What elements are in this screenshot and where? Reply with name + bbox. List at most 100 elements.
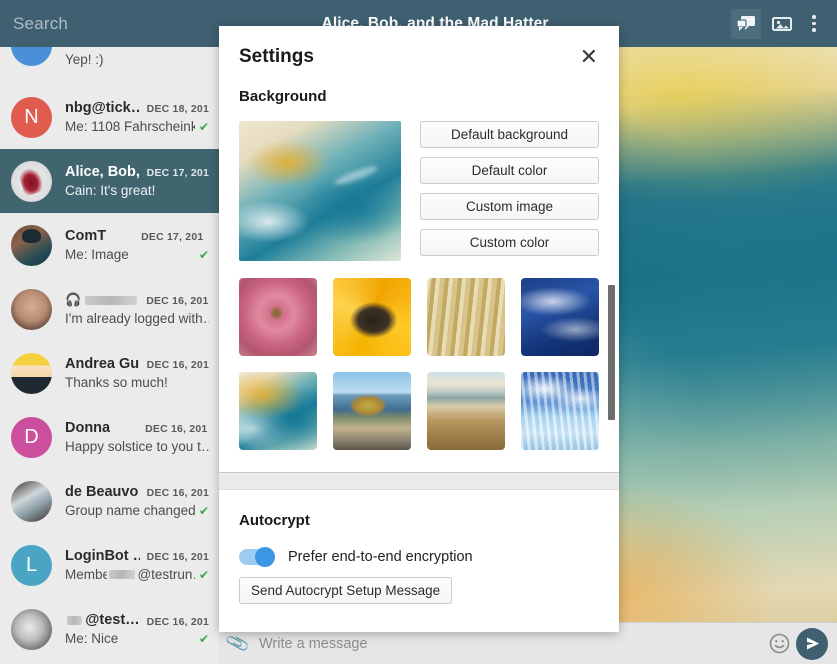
delivery-status-icon: ✔ <box>195 504 209 518</box>
dialog-header: Settings ✕ <box>219 26 619 88</box>
background-row: Default background Default color Custom … <box>219 121 619 261</box>
chat-meta: Donna DEC 16, 201 Happy solstice to you … <box>52 420 209 454</box>
chat-meta: ComT DEC 17, 201 Me: Image ✔ <box>52 228 209 262</box>
prefer-e2e-label: Prefer end-to-end encryption <box>288 549 473 565</box>
chat-name: de Beauvo… <box>65 484 140 500</box>
chat-meta: Andrea Gu… DEC 16, 201 Thanks so much! <box>52 356 209 390</box>
chat-name: nbg@tick… <box>65 100 140 116</box>
chat-meta: @test… DEC 16, 201 Me: Nice ✔ <box>52 612 209 646</box>
list-item[interactable]: N nbg@tick… DEC 18, 201 Me: 1108 Fahrsch… <box>0 85 219 149</box>
chat-preview: Me: Image <box>65 247 129 262</box>
chat-preview: Member <box>65 567 107 582</box>
chat-meta: Yep! :) <box>52 47 209 67</box>
avatar <box>11 47 52 66</box>
avatar <box>11 609 52 650</box>
avatar <box>11 353 52 394</box>
chat-name: Andrea Gu… <box>65 356 140 372</box>
chat-date: DEC 16, 201 <box>147 359 209 371</box>
smiley-icon[interactable] <box>762 633 796 654</box>
image-icon[interactable] <box>767 9 797 39</box>
toggle-knob <box>255 547 275 567</box>
prefer-e2e-toggle[interactable] <box>239 549 275 565</box>
chat-bubbles-icon[interactable] <box>731 9 761 39</box>
chat-preview: Group name changed … <box>65 503 195 518</box>
kebab-menu-icon[interactable] <box>803 9 825 39</box>
avatar <box>11 481 52 522</box>
chat-preview: Yep! :) <box>65 52 104 67</box>
chat-name: ComT <box>65 228 106 244</box>
background-section-title: Background <box>219 88 619 105</box>
prefer-e2e-row: Prefer end-to-end encryption <box>239 549 599 565</box>
background-thumbnail-watercolor-teal[interactable] <box>239 372 317 450</box>
background-thumbnail-wheat-field[interactable] <box>427 278 505 356</box>
delivery-status-icon: ✔ <box>195 632 209 646</box>
dialog-scrollbar[interactable] <box>608 88 615 632</box>
list-item[interactable]: Andrea Gu… DEC 16, 201 Thanks so much! <box>0 341 219 405</box>
avatar <box>11 225 52 266</box>
list-item[interactable]: de Beauvo… DEC 16, 201 Group name change… <box>0 469 219 533</box>
list-item[interactable]: D Donna DEC 16, 201 Happy solstice to yo… <box>0 405 219 469</box>
default-background-button[interactable]: Default background <box>420 121 599 148</box>
custom-image-button[interactable]: Custom image <box>420 193 599 220</box>
dialog-scroll-area: Background Default background Default co… <box>219 88 619 632</box>
list-item[interactable]: L LoginBot … DEC 16, 201 Member @testrun… <box>0 533 219 597</box>
chat-name: Donna <box>65 420 110 436</box>
background-thumbnail-lake-with-tree[interactable] <box>333 372 411 450</box>
list-item[interactable]: Yep! :) <box>0 47 219 85</box>
chat-preview: Cain: It's great! <box>65 183 155 198</box>
chat-name-text: @test… <box>85 612 139 628</box>
send-button[interactable] <box>796 628 828 660</box>
chat-date: DEC 16, 201 <box>145 423 207 435</box>
list-item[interactable]: ComT DEC 17, 201 Me: Image ✔ <box>0 213 219 277</box>
chat-meta: Alice, Bob,… DEC 17, 201 Cain: It's grea… <box>52 164 209 198</box>
list-item[interactable]: 🎧 DEC 16, 201 I'm already logged with… <box>0 277 219 341</box>
chat-list-sidebar[interactable]: Yep! :) N nbg@tick… DEC 18, 201 Me: 1108… <box>0 47 219 664</box>
avatar <box>11 161 52 202</box>
delivery-status-icon: ✔ <box>195 120 209 134</box>
close-icon[interactable]: ✕ <box>576 44 602 70</box>
redacted-name <box>67 616 82 625</box>
chat-meta: 🎧 DEC 16, 201 I'm already logged with… <box>52 292 209 326</box>
dialog-scrollbar-thumb[interactable] <box>608 285 615 420</box>
chat-date: DEC 17, 201 <box>147 167 209 179</box>
avatar: L <box>11 545 52 586</box>
search-input[interactable]: Search <box>0 0 219 47</box>
chat-meta: nbg@tick… DEC 18, 201 Me: 1108 Fahrschei… <box>52 100 209 134</box>
chat-name: Alice, Bob,… <box>65 164 140 180</box>
background-thumbnail-blue-glacier[interactable] <box>521 372 599 450</box>
chat-date: DEC 16, 201 <box>147 551 209 563</box>
chat-date: DEC 18, 201 <box>147 103 209 115</box>
background-thumbnail-dark-blue-sky[interactable] <box>521 278 599 356</box>
chat-date: DEC 16, 201 <box>146 295 208 307</box>
background-thumbnail-sandy-beach[interactable] <box>427 372 505 450</box>
paperclip-icon[interactable]: 📎 <box>217 628 260 660</box>
chat-preview: I'm already logged with… <box>65 311 209 326</box>
avatar: D <box>11 417 52 458</box>
default-color-button[interactable]: Default color <box>420 157 599 184</box>
avatar <box>11 289 52 330</box>
send-autocrypt-setup-message-button[interactable]: Send Autocrypt Setup Message <box>239 577 452 604</box>
background-thumbnail-bee-on-yellow-flower[interactable] <box>333 278 411 356</box>
message-input[interactable]: Write a message <box>257 636 762 652</box>
background-preview-image <box>239 121 401 261</box>
custom-color-button[interactable]: Custom color <box>420 229 599 256</box>
redacted-text <box>109 570 136 579</box>
search-placeholder: Search <box>13 14 68 34</box>
avatar-initial: N <box>24 106 38 129</box>
autocrypt-section-title: Autocrypt <box>239 512 599 529</box>
chat-name: @test… <box>65 612 140 628</box>
chat-date: DEC 16, 201 <box>147 616 209 628</box>
section-divider <box>219 472 619 490</box>
list-item-selected[interactable]: Alice, Bob,… DEC 17, 201 Cain: It's grea… <box>0 149 219 213</box>
redacted-name <box>85 296 137 305</box>
chat-preview: Thanks so much! <box>65 375 168 390</box>
background-thumbnail-pink-dahlia-flower[interactable] <box>239 278 317 356</box>
chat-meta: LoginBot … DEC 16, 201 Member @testrun… … <box>52 548 209 582</box>
chat-preview: Happy solstice to you t… <box>65 439 209 454</box>
avatar: N <box>11 97 52 138</box>
chat-preview-suffix: @testrun… <box>137 567 195 582</box>
list-item[interactable]: @test… DEC 16, 201 Me: Nice ✔ <box>0 597 219 661</box>
chat-preview: Me: 1108 Fahrscheink… <box>65 119 195 134</box>
chat-date: DEC 16, 201 <box>147 487 209 499</box>
avatar-initial: D <box>24 426 38 449</box>
